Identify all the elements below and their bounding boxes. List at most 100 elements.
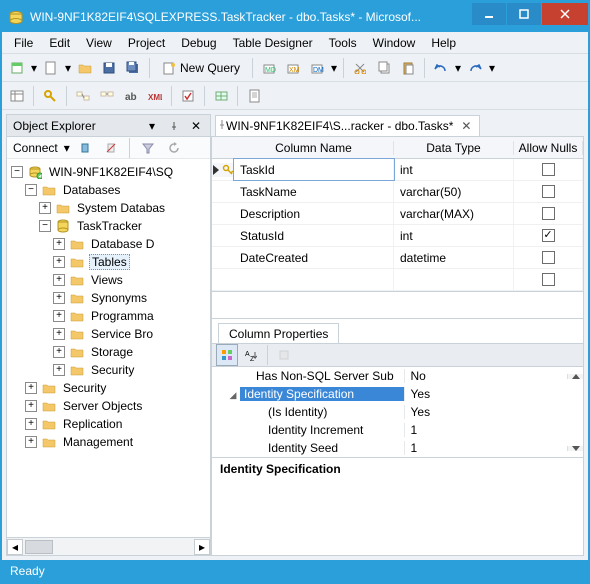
tree-item[interactable]: Synonyms <box>89 290 149 306</box>
menu-help[interactable]: Help <box>423 34 464 52</box>
collapse-icon[interactable]: − <box>11 166 23 178</box>
refresh-icon[interactable] <box>163 137 185 159</box>
tree-item[interactable]: Server Objects <box>61 398 144 414</box>
expand-icon[interactable]: + <box>39 202 51 214</box>
scroll-thumb[interactable] <box>25 540 53 554</box>
column-name-cell[interactable]: TaskId <box>234 159 394 180</box>
expand-icon[interactable]: + <box>25 382 37 394</box>
dmx-query-button[interactable]: DM <box>306 57 328 79</box>
property-row[interactable]: Identity Seed 1 <box>212 439 583 457</box>
tree-item[interactable]: Service Bro <box>89 326 155 342</box>
property-value[interactable]: No <box>404 369 568 383</box>
tree-item[interactable]: Management <box>61 434 135 450</box>
set-primary-key-button[interactable] <box>39 85 61 107</box>
filter-icon[interactable] <box>137 137 159 159</box>
dropdown-icon[interactable]: ▾ <box>144 118 160 134</box>
allow-nulls-cell[interactable] <box>514 225 583 246</box>
tree-tasktracker[interactable]: TaskTracker <box>75 218 144 234</box>
allow-nulls-checkbox[interactable] <box>542 229 555 242</box>
property-grid[interactable]: Has Non-SQL Server Sub No ◢ Identity Spe… <box>212 367 583 457</box>
column-name-cell[interactable]: DateCreated <box>234 247 394 268</box>
column-name-cell[interactable]: Description <box>234 203 394 224</box>
scroll-left-icon[interactable]: ◂ <box>7 539 23 555</box>
object-explorer-hscroll[interactable]: ◂ ▸ <box>7 537 210 555</box>
expand-icon[interactable]: + <box>53 256 65 268</box>
column-row[interactable]: TaskId int <box>212 159 583 181</box>
expand-icon[interactable]: + <box>53 238 65 250</box>
tree-item[interactable]: Security <box>61 380 108 396</box>
close-icon[interactable]: ✕ <box>188 118 204 134</box>
close-button[interactable] <box>542 3 588 25</box>
pin-icon[interactable] <box>166 118 182 134</box>
tree-server[interactable]: WIN-9NF1K82EIF4\SQ <box>47 164 175 180</box>
close-icon[interactable]: ✕ <box>461 119 471 133</box>
tree-item[interactable]: Views <box>89 272 125 288</box>
tree-item[interactable]: Security <box>89 362 136 378</box>
expand-icon[interactable]: + <box>53 328 65 340</box>
column-row[interactable]: TaskName varchar(50) <box>212 181 583 203</box>
column-row[interactable]: DateCreated datetime <box>212 247 583 269</box>
expand-icon[interactable]: + <box>25 436 37 448</box>
scroll-arrow-icon[interactable] <box>567 446 583 451</box>
tree-item[interactable]: Tables <box>89 254 130 270</box>
allow-nulls-checkbox[interactable] <box>542 163 555 176</box>
menu-file[interactable]: File <box>6 34 41 52</box>
expand-icon[interactable]: + <box>53 274 65 286</box>
row-header[interactable] <box>212 163 234 177</box>
redo-button[interactable] <box>464 57 486 79</box>
property-row[interactable]: (Is Identity) Yes <box>212 403 583 421</box>
pin-icon[interactable] <box>218 120 226 130</box>
property-row[interactable]: ◢ Identity Specification Yes <box>212 385 583 403</box>
menu-project[interactable]: Project <box>120 34 173 52</box>
dropdown-icon[interactable]: ▾ <box>64 61 72 75</box>
xml-index-button[interactable]: XML <box>144 85 166 107</box>
data-type-cell[interactable]: varchar(50) <box>394 181 514 202</box>
scroll-right-icon[interactable]: ▸ <box>194 539 210 555</box>
menu-window[interactable]: Window <box>365 34 424 52</box>
col-header-type[interactable]: Data Type <box>394 141 514 155</box>
expand-icon[interactable]: + <box>25 418 37 430</box>
property-pages-button[interactable] <box>273 344 295 366</box>
allow-nulls-checkbox[interactable] <box>542 251 555 264</box>
menu-edit[interactable]: Edit <box>41 34 78 52</box>
col-header-nulls[interactable]: Allow Nulls <box>514 141 583 155</box>
allow-nulls-cell[interactable] <box>514 181 583 202</box>
check-constraints-button[interactable] <box>177 85 199 107</box>
property-value[interactable]: Yes <box>404 387 568 401</box>
disconnect-icon[interactable] <box>100 137 122 159</box>
property-value[interactable]: 1 <box>404 441 568 455</box>
column-name-cell[interactable]: TaskName <box>234 181 394 202</box>
column-name-cell[interactable]: StatusId <box>234 225 394 246</box>
categorized-button[interactable] <box>216 344 238 366</box>
allow-nulls-cell[interactable] <box>514 247 583 268</box>
alphabetical-button[interactable]: AZ <box>240 344 262 366</box>
expand-icon[interactable]: + <box>53 364 65 376</box>
expand-icon[interactable]: + <box>25 400 37 412</box>
tree-system-databases[interactable]: System Databas <box>75 200 167 216</box>
tree-item[interactable]: Programma <box>89 308 156 324</box>
undo-button[interactable] <box>430 57 452 79</box>
col-header-name[interactable]: Column Name <box>234 141 394 155</box>
save-all-button[interactable] <box>122 57 144 79</box>
allow-nulls-cell[interactable] <box>514 203 583 224</box>
data-type-cell[interactable]: varchar(MAX) <box>394 203 514 224</box>
data-type-cell[interactable]: int <box>394 225 514 246</box>
property-row[interactable]: Identity Increment 1 <box>212 421 583 439</box>
column-properties-tab[interactable]: Column Properties <box>218 323 339 343</box>
tree-item[interactable]: Database D <box>89 236 156 252</box>
collapse-icon[interactable]: − <box>39 220 51 232</box>
property-row[interactable]: Has Non-SQL Server Sub No <box>212 367 583 385</box>
property-value[interactable]: 1 <box>404 423 568 437</box>
collapse-icon[interactable]: − <box>25 184 37 196</box>
object-explorer-tree[interactable]: −WIN-9NF1K82EIF4\SQ −Databases +System D… <box>7 159 210 537</box>
relationships-button[interactable] <box>72 85 94 107</box>
column-row[interactable]: StatusId int <box>212 225 583 247</box>
tree-item[interactable]: Replication <box>61 416 124 432</box>
analysis-query-button[interactable]: XM <box>282 57 304 79</box>
columns-grid[interactable]: Column Name Data Type Allow Nulls TaskId… <box>212 137 583 292</box>
allow-nulls-checkbox[interactable] <box>542 207 555 220</box>
dropdown-icon[interactable]: ▾ <box>488 61 496 75</box>
paste-button[interactable] <box>397 57 419 79</box>
menu-tools[interactable]: Tools <box>321 34 365 52</box>
property-value[interactable]: Yes <box>404 405 568 419</box>
